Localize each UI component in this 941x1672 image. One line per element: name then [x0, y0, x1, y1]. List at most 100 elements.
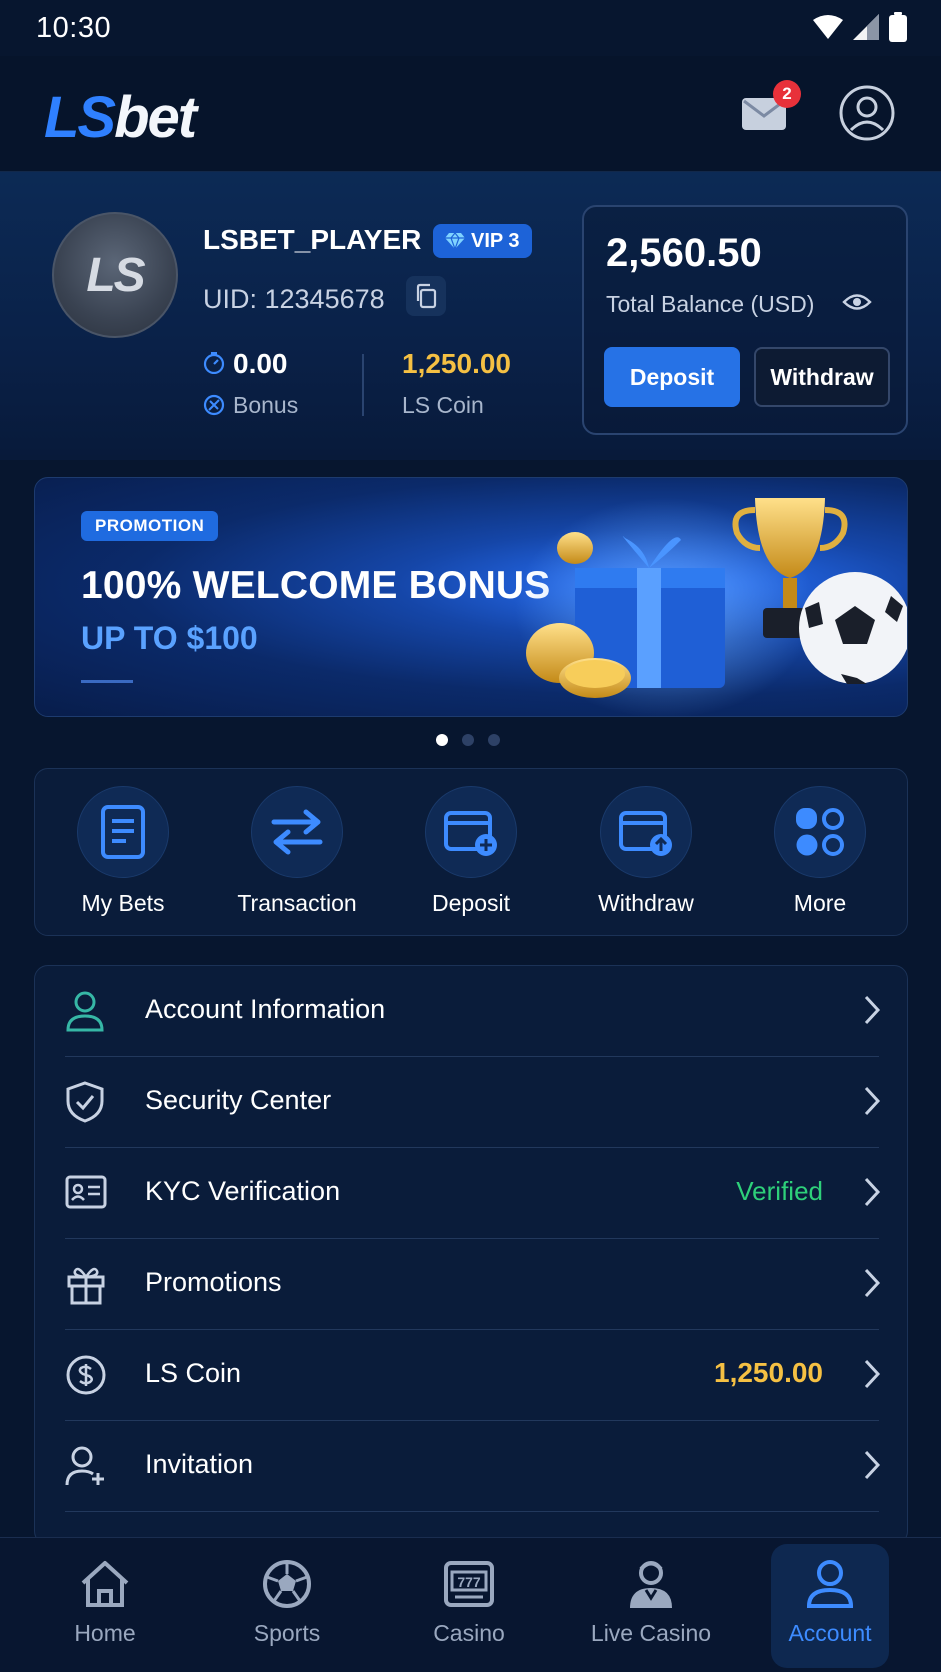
bottom-navigation: Home Sports 777 Casino Live Casino Accou…	[0, 1537, 941, 1672]
bonus-label-icon	[203, 394, 225, 416]
grid-icon	[796, 808, 844, 856]
battery-icon	[889, 12, 907, 42]
pagination-dot[interactable]	[462, 734, 474, 746]
menu-item-label: Account Information	[145, 994, 386, 1024]
menu-item-label: KYC Verification	[145, 1176, 341, 1206]
logo-ls-text: LS	[44, 85, 116, 150]
nav-live-casino[interactable]: Live Casino	[566, 1538, 736, 1672]
diamond-icon	[445, 232, 465, 250]
chevron-right-icon	[864, 1450, 881, 1480]
ls-coin-amount: 1,250.00	[402, 348, 511, 379]
ls-coin-label: LS Coin	[402, 392, 484, 418]
bonus-value-icon	[203, 352, 225, 374]
ls-coin-balance: 1,250.00	[714, 1357, 823, 1388]
promo-banner[interactable]: PROMOTION 100% WELCOME BONUS UP TO $100	[34, 477, 908, 717]
menu-item-label: Invitation	[145, 1449, 254, 1479]
gift-icon	[67, 1267, 105, 1305]
nav-sports[interactable]: Sports	[202, 1538, 372, 1672]
menu-item-ls-coin[interactable]: LS Coin 1,250.00	[35, 1330, 907, 1421]
banner-pagination	[436, 734, 500, 746]
total-balance-label: Total Balance (USD)	[606, 291, 815, 317]
quick-action-label: Transaction	[237, 890, 357, 916]
chevron-right-icon	[864, 1177, 881, 1207]
avatar[interactable]: LS	[52, 212, 178, 338]
bonus-amount: 0.00	[233, 348, 288, 379]
swap-arrows-icon	[271, 809, 323, 855]
quick-action-circle	[77, 786, 169, 878]
logo-bet-text: bet	[114, 85, 197, 150]
app-header: LSbet 2	[0, 56, 941, 172]
menu-item-kyc-verification[interactable]: KYC Verification Verified	[35, 1148, 907, 1239]
quick-action-more[interactable]: More	[745, 769, 895, 937]
username: LSBET_PLAYER	[203, 224, 422, 255]
user-icon	[66, 991, 104, 1032]
nav-account[interactable]: Account	[745, 1538, 915, 1672]
eye-icon[interactable]	[842, 291, 872, 313]
avatar-initials: LS	[86, 248, 145, 302]
wallet-up-icon	[619, 811, 672, 856]
quick-action-label: More	[793, 890, 847, 916]
deposit-button[interactable]: Deposit	[604, 347, 740, 407]
menu-item-label: Promotions	[145, 1267, 282, 1297]
quick-action-withdraw[interactable]: Withdraw	[571, 769, 721, 937]
soccer-ball-icon	[263, 1560, 311, 1608]
nav-label: Sports	[253, 1620, 321, 1646]
menu-divider	[65, 1511, 879, 1512]
dealer-icon	[630, 1561, 672, 1608]
profile-button[interactable]	[838, 84, 896, 142]
quick-action-transaction[interactable]: Transaction	[222, 769, 372, 937]
nav-home[interactable]: Home	[20, 1538, 190, 1672]
nav-label: Home	[74, 1620, 136, 1646]
kyc-status-badge: Verified	[736, 1176, 823, 1206]
chevron-right-icon	[864, 1268, 881, 1298]
banner-underline	[81, 680, 133, 683]
slot-machine-icon: 777	[444, 1561, 494, 1607]
banner-subtitle: UP TO $100	[81, 620, 258, 656]
quick-action-deposit[interactable]: Deposit	[396, 769, 546, 937]
balance-card: 2,560.50 Total Balance (USD) Deposit Wit…	[582, 205, 908, 435]
menu-item-label: Security Center	[145, 1085, 332, 1115]
soccer-ball-art	[799, 572, 907, 684]
quick-action-my-bets[interactable]: My Bets	[48, 769, 198, 937]
total-balance-amount: 2,560.50	[606, 231, 762, 275]
user-circle-icon	[839, 85, 895, 141]
chevron-right-icon	[864, 995, 881, 1025]
promotion-tag: PROMOTION	[81, 511, 219, 541]
quick-actions: My Bets Transaction Deposit Withdraw Mor…	[34, 768, 908, 936]
quick-action-label: Deposit	[432, 890, 510, 916]
status-bar: 10:30	[0, 0, 941, 56]
signal-icon	[853, 14, 879, 40]
pagination-dot[interactable]	[436, 734, 448, 746]
profile-section: LS LSBET_PLAYER VIP 3 UID: 12345678 0.00…	[0, 172, 941, 460]
svg-text:777: 777	[457, 1574, 481, 1590]
coin-icon	[66, 1355, 106, 1395]
quick-action-label: My Bets	[81, 890, 165, 916]
nav-casino[interactable]: 777 Casino	[384, 1538, 554, 1672]
pagination-dot[interactable]	[488, 734, 500, 746]
wifi-icon	[813, 15, 843, 39]
shield-icon	[66, 1081, 104, 1123]
menu-item-invitation[interactable]: Invitation	[35, 1421, 907, 1512]
account-icon	[806, 1560, 854, 1608]
menu-item-promotions[interactable]: Promotions	[35, 1239, 907, 1330]
chevron-right-icon	[864, 1359, 881, 1389]
menu-item-account-information[interactable]: Account Information	[35, 966, 907, 1057]
id-card-icon	[65, 1175, 107, 1209]
menu-item-security-center[interactable]: Security Center	[35, 1057, 907, 1148]
nav-label: Account	[788, 1620, 872, 1646]
wallet-plus-icon	[444, 811, 497, 856]
copy-uid-button[interactable]	[406, 276, 446, 316]
withdraw-button[interactable]: Withdraw	[754, 347, 890, 407]
chevron-right-icon	[864, 1086, 881, 1116]
quick-action-circle	[774, 786, 866, 878]
nav-label: Casino	[433, 1620, 505, 1646]
quick-action-circle	[425, 786, 517, 878]
document-icon	[101, 805, 145, 859]
user-id: UID: 12345678	[203, 284, 385, 314]
account-menu: Account Information Security Center KYC …	[34, 965, 908, 1545]
status-time: 10:30	[36, 12, 112, 44]
lsbet-logo[interactable]: LSbet	[44, 84, 197, 151]
banner-title: 100% WELCOME BONUS	[81, 564, 551, 607]
vip-badge[interactable]: VIP 3	[433, 224, 532, 258]
bonus-label: Bonus	[233, 392, 299, 418]
